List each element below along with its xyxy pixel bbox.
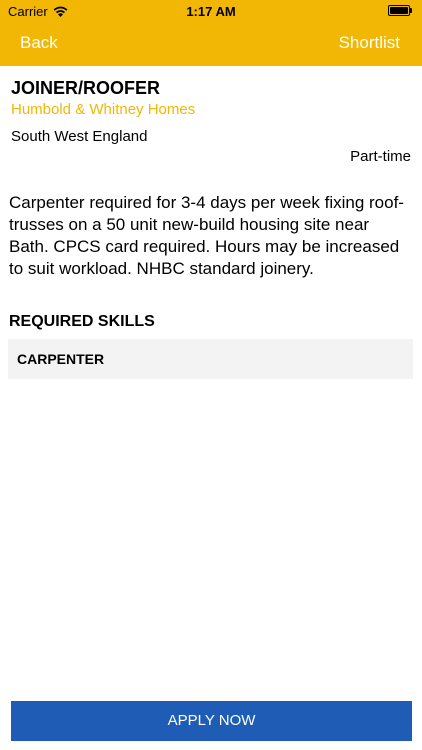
status-bar: Carrier 1:17 AM: [0, 0, 422, 22]
required-skills-heading: REQUIRED SKILLS: [9, 313, 155, 330]
nav-bar: Back Shortlist: [0, 22, 422, 66]
job-location: South West England: [11, 128, 148, 145]
job-description: Carpenter required for 3-4 days per week…: [9, 193, 404, 278]
shortlist-button[interactable]: Shortlist: [339, 33, 400, 53]
job-title: JOINER/ROOFER: [11, 78, 161, 98]
back-button[interactable]: Back: [20, 33, 58, 53]
job-company: Humbold & Whitney Homes: [11, 101, 196, 118]
skill-item: CARPENTER: [8, 339, 413, 379]
status-time: 1:17 AM: [186, 4, 236, 19]
apply-now-button[interactable]: APPLY NOW: [11, 701, 412, 741]
battery-icon: [388, 5, 414, 16]
skill-label: CARPENTER: [17, 351, 105, 367]
job-type: Part-time: [350, 148, 411, 165]
